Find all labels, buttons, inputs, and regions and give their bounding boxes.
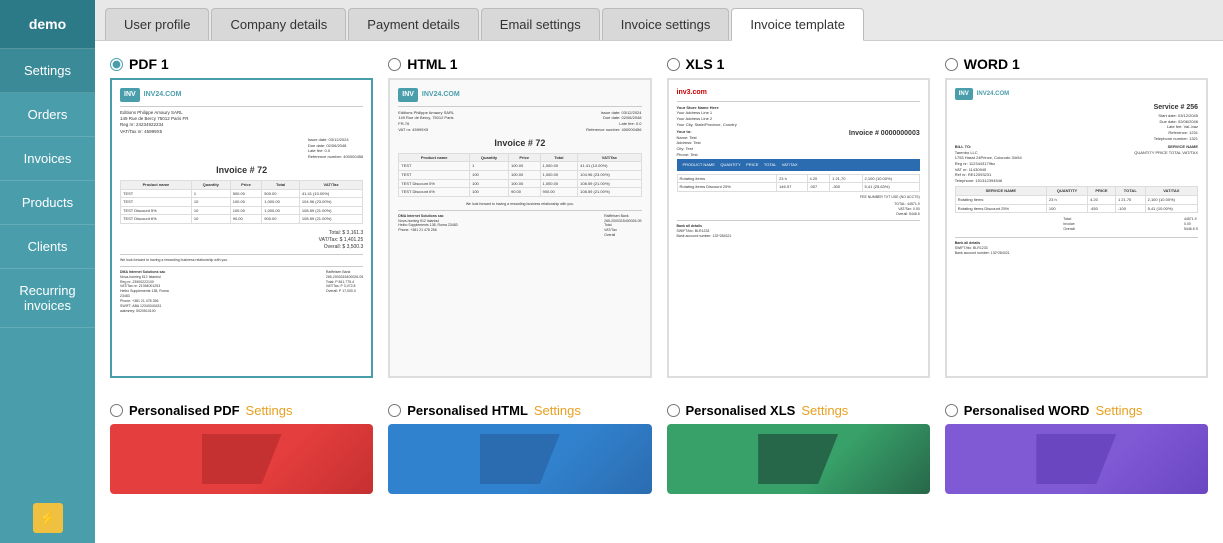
tab-user-profile[interactable]: User profile <box>105 8 209 40</box>
tab-invoice-settings[interactable]: Invoice settings <box>602 8 730 40</box>
sidebar-item-settings[interactable]: Settings <box>0 49 95 93</box>
personalised-xls-preview <box>667 424 930 494</box>
template-html1: HTML 1 INV INV24.COM Editions Philippe A… <box>388 56 651 378</box>
xls1-preview-content: inv3.com Your Store Name Here Your Addre… <box>669 80 928 376</box>
template-pdf1-preview[interactable]: INV INV24.COM Editions Philippe Amaury S… <box>110 78 373 378</box>
personalised-word-preview <box>945 424 1208 494</box>
sidebar-item-recurring[interactable]: Recurring invoices <box>0 269 95 328</box>
personalised-pdf-settings-link[interactable]: Settings <box>246 403 293 418</box>
personalised-word-label: Personalised WORD Settings <box>945 403 1208 418</box>
personalised-pdf-preview <box>110 424 373 494</box>
personalised-html-shape <box>480 434 560 484</box>
tab-company-details[interactable]: Company details <box>211 8 346 40</box>
template-xls1-label: XLS 1 <box>667 56 930 72</box>
personalised-xls-shape <box>758 434 838 484</box>
main-area: User profile Company details Payment det… <box>95 0 1223 543</box>
sidebar-item-invoices[interactable]: Invoices <box>0 137 95 181</box>
personalised-grid: Personalised PDF Settings Personalised H… <box>110 403 1208 494</box>
template-pdf1-label: PDF 1 <box>110 56 373 72</box>
html1-preview-content: INV INV24.COM Editions Philippe Amaury S… <box>390 80 649 376</box>
sidebar-item-clients[interactable]: Clients <box>0 225 95 269</box>
template-word1-radio[interactable] <box>945 58 958 71</box>
sidebar-item-orders[interactable]: Orders <box>0 93 95 137</box>
template-word1-preview[interactable]: INV INV24.COM Service # 256 Start date: … <box>945 78 1208 378</box>
personalised-word: Personalised WORD Settings <box>945 403 1208 494</box>
personalised-word-radio[interactable] <box>945 404 958 417</box>
personalised-xls-label: Personalised XLS Settings <box>667 403 930 418</box>
content-area: PDF 1 INV INV24.COM Editions Philippe Am… <box>95 41 1223 543</box>
personalised-pdf: Personalised PDF Settings <box>110 403 373 494</box>
template-html1-radio[interactable] <box>388 58 401 71</box>
template-pdf1-radio[interactable] <box>110 58 123 71</box>
personalised-html-label: Personalised HTML Settings <box>388 403 651 418</box>
template-html1-label: HTML 1 <box>388 56 651 72</box>
template-grid: PDF 1 INV INV24.COM Editions Philippe Am… <box>110 56 1208 378</box>
personalised-html-preview <box>388 424 651 494</box>
template-word1-label: WORD 1 <box>945 56 1208 72</box>
tab-email-settings[interactable]: Email settings <box>481 8 600 40</box>
template-pdf1: PDF 1 INV INV24.COM Editions Philippe Am… <box>110 56 373 378</box>
sidebar-item-products[interactable]: Products <box>0 181 95 225</box>
personalised-pdf-label: Personalised PDF Settings <box>110 403 373 418</box>
sidebar-action-button[interactable]: ⚡ <box>33 503 63 533</box>
personalised-xls: Personalised XLS Settings <box>667 403 930 494</box>
personalised-pdf-radio[interactable] <box>110 404 123 417</box>
personalised-xls-radio[interactable] <box>667 404 680 417</box>
sidebar-bottom: ⚡ <box>0 493 95 543</box>
template-xls1-radio[interactable] <box>667 58 680 71</box>
template-xls1: XLS 1 inv3.com Your Store Name Here Your… <box>667 56 930 378</box>
personalised-html-settings-link[interactable]: Settings <box>534 403 581 418</box>
personalised-html: Personalised HTML Settings <box>388 403 651 494</box>
sidebar: demo Settings Orders Invoices Products C… <box>0 0 95 543</box>
tab-bar: User profile Company details Payment det… <box>95 0 1223 41</box>
pdf1-preview-content: INV INV24.COM Editions Philippe Amaury S… <box>112 80 371 376</box>
template-word1: WORD 1 INV INV24.COM Service # 256 Start… <box>945 56 1208 378</box>
personalised-html-radio[interactable] <box>388 404 401 417</box>
template-xls1-preview[interactable]: inv3.com Your Store Name Here Your Addre… <box>667 78 930 378</box>
template-html1-preview[interactable]: INV INV24.COM Editions Philippe Amaury S… <box>388 78 651 378</box>
personalised-word-settings-link[interactable]: Settings <box>1095 403 1142 418</box>
tab-payment-details[interactable]: Payment details <box>348 8 479 40</box>
personalised-xls-settings-link[interactable]: Settings <box>801 403 848 418</box>
tab-invoice-template[interactable]: Invoice template <box>731 8 864 41</box>
word1-preview-content: INV INV24.COM Service # 256 Start date: … <box>947 80 1206 376</box>
personalised-pdf-shape <box>202 434 282 484</box>
sidebar-demo-label: demo <box>0 0 95 49</box>
personalised-word-shape <box>1036 434 1116 484</box>
